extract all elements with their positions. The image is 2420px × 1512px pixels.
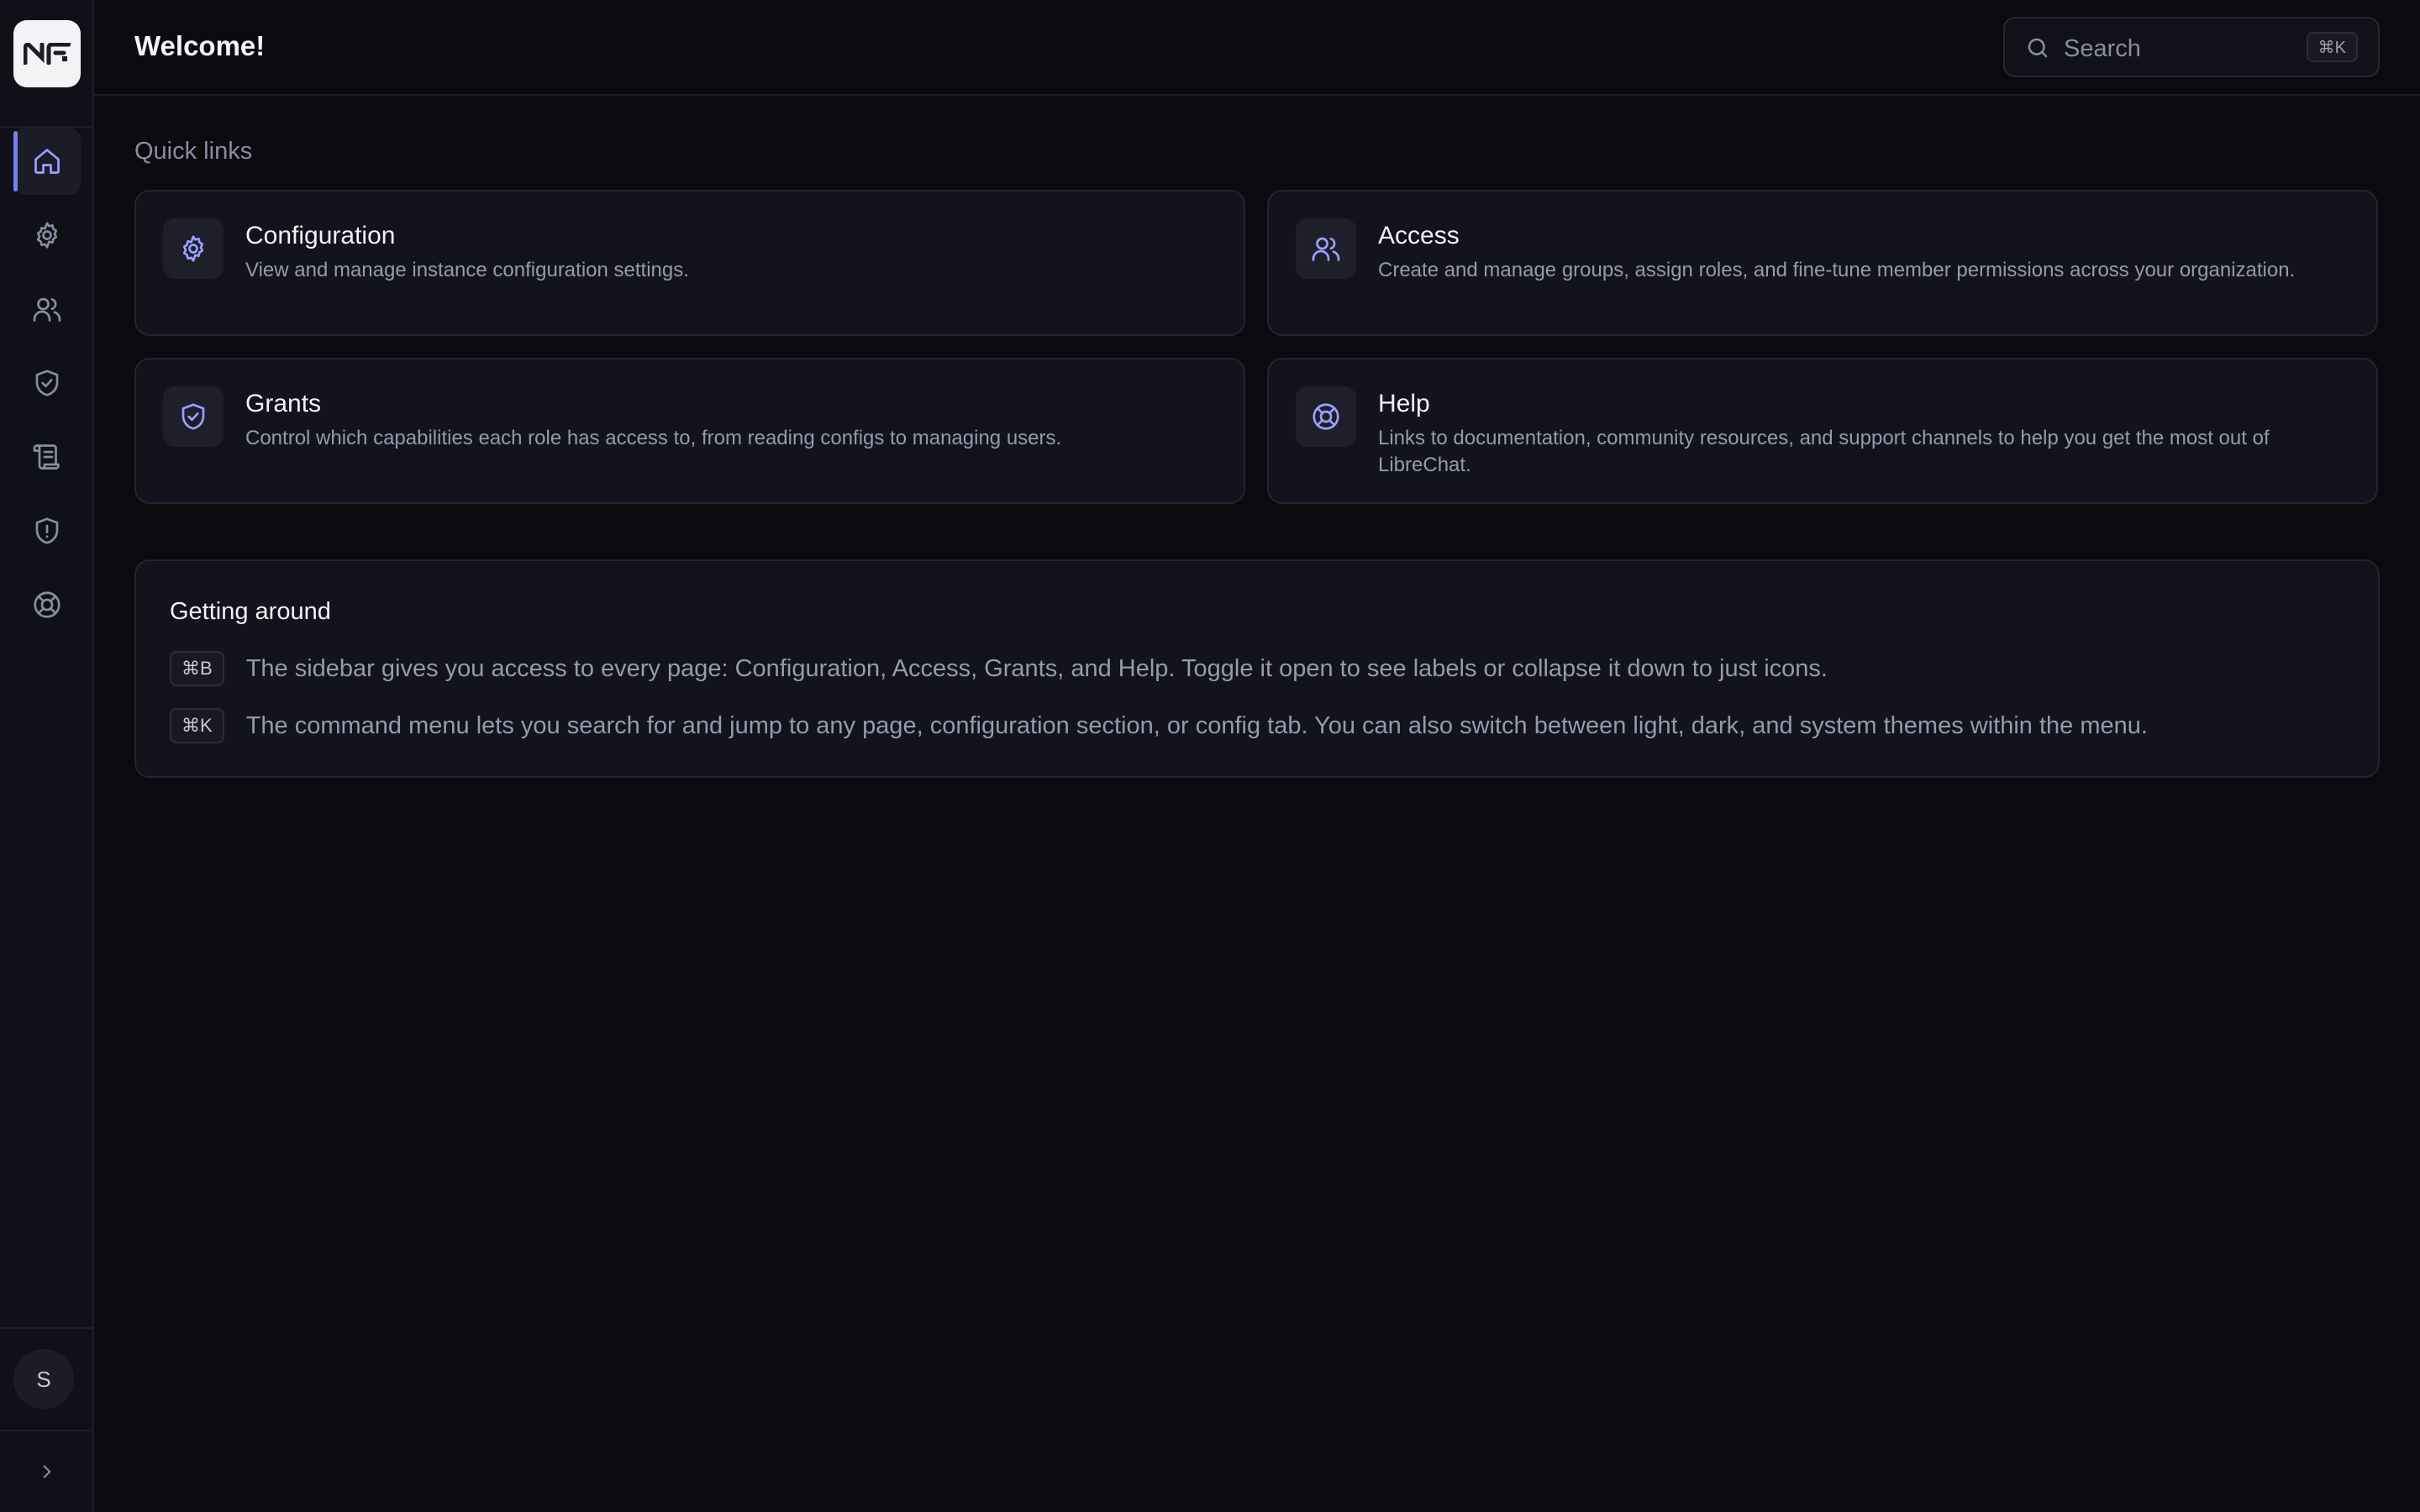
sidebar-expand-button[interactable] xyxy=(30,1455,64,1488)
lifebuoy-icon xyxy=(34,591,60,618)
quick-links-heading: Quick links xyxy=(134,138,253,165)
card-icon-container xyxy=(1296,218,1356,279)
header: Welcome! Search ⌘K xyxy=(94,0,2420,96)
shield-check-icon xyxy=(35,370,59,396)
card-icon-container xyxy=(163,218,224,279)
quick-link-help[interactable]: Help Links to documentation, community r… xyxy=(1267,358,2378,504)
getting-around-panel: Getting around ⌘B The sidebar gives you … xyxy=(134,559,2380,778)
quick-link-access[interactable]: Access Create and manage groups, assign … xyxy=(1267,190,2378,336)
gear-icon xyxy=(182,235,204,262)
quick-link-configuration[interactable]: Configuration View and manage instance c… xyxy=(134,190,1245,336)
lifebuoy-icon xyxy=(1313,403,1339,430)
card-title: Help xyxy=(1378,390,1430,417)
shortcut-key: ⌘K xyxy=(170,708,224,743)
sidebar-item-help[interactable] xyxy=(13,571,81,638)
chevron-right-icon xyxy=(43,1465,51,1478)
gear-icon xyxy=(36,222,58,249)
card-description: Links to documentation, community resour… xyxy=(1378,427,2270,476)
scroll-icon xyxy=(33,444,60,470)
shortcut-row: ⌘K The command menu lets you search for … xyxy=(170,707,2148,744)
shortcut-description: The sidebar gives you access to every pa… xyxy=(245,654,1828,682)
quick-link-grants[interactable]: Grants Control which capabilities each r… xyxy=(134,358,1245,504)
logo-icon xyxy=(24,43,71,65)
card-title: Access xyxy=(1378,222,1460,249)
card-title: Configuration xyxy=(245,222,396,249)
sidebar-item-configuration[interactable] xyxy=(13,202,81,269)
users-icon xyxy=(33,297,61,322)
shortcut-key: ⌘B xyxy=(170,651,224,686)
user-avatar[interactable]: S xyxy=(13,1349,74,1410)
sidebar-item-access[interactable] xyxy=(13,276,81,343)
sidebar-item-grants[interactable] xyxy=(13,349,81,417)
shield-alert-icon xyxy=(35,517,59,544)
shortcut-row: ⌘B The sidebar gives you access to every… xyxy=(170,650,1828,687)
card-title: Grants xyxy=(245,390,322,417)
home-icon xyxy=(34,149,60,174)
search-icon xyxy=(2025,35,2050,65)
search-input[interactable]: Search ⌘K xyxy=(2003,17,2380,77)
search-placeholder: Search xyxy=(2064,35,2141,62)
users-icon xyxy=(1312,237,1340,261)
card-icon-container xyxy=(163,386,224,447)
app-logo[interactable] xyxy=(13,20,81,87)
card-description: Control which capabilities each role has… xyxy=(245,427,1062,449)
sidebar-item-logs[interactable] xyxy=(13,423,81,491)
divider xyxy=(0,1327,92,1329)
sidebar-item-home[interactable] xyxy=(13,128,81,195)
getting-around-title: Getting around xyxy=(170,598,331,625)
sidebar-item-security[interactable] xyxy=(13,497,81,564)
page-title: Welcome! xyxy=(134,30,266,61)
shield-check-icon xyxy=(182,403,205,430)
sidebar: S xyxy=(0,0,94,1512)
card-description: View and manage instance configuration s… xyxy=(245,259,689,281)
card-description: Create and manage groups, assign roles, … xyxy=(1378,259,2296,281)
divider xyxy=(0,1430,92,1431)
shortcut-description: The command menu lets you search for and… xyxy=(245,711,2148,739)
card-icon-container xyxy=(1296,386,1356,447)
search-shortcut-badge: ⌘K xyxy=(2306,32,2358,62)
